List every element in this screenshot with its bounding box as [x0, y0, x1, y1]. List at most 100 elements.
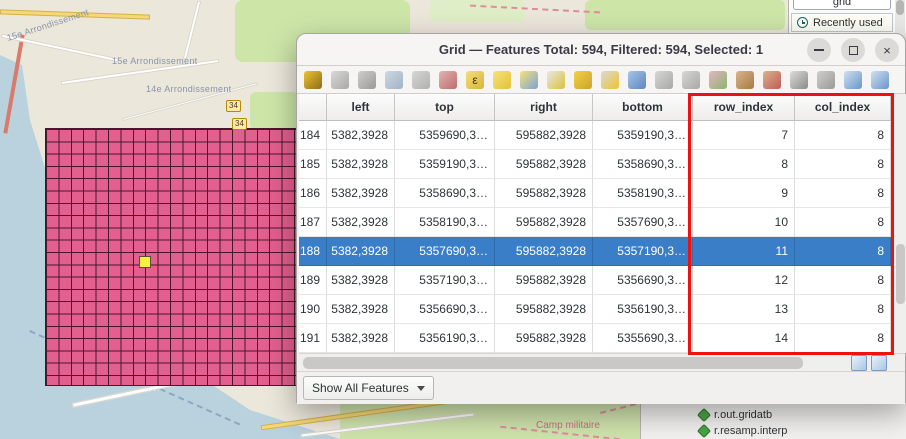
- row-number[interactable]: 186: [299, 179, 327, 208]
- cell-row_index[interactable]: 8: [693, 150, 795, 179]
- toolbox-recently-used-item[interactable]: Recently used: [791, 13, 893, 32]
- table-row[interactable]: 1915382,39285356190,3…595882,39285355690…: [299, 324, 891, 353]
- cell-col_index[interactable]: 8: [795, 208, 891, 237]
- cell-right[interactable]: 595882,3928: [495, 324, 593, 353]
- new-field-icon[interactable]: [736, 71, 754, 89]
- cell-col_index[interactable]: 8: [795, 295, 891, 324]
- add-feature-icon[interactable]: [412, 71, 430, 89]
- cell-row_index[interactable]: 7: [693, 121, 795, 150]
- cell-col_index[interactable]: 8: [795, 237, 891, 266]
- feature-filter-button[interactable]: Show All Features: [303, 376, 434, 400]
- cell-right[interactable]: 595882,3928: [495, 179, 593, 208]
- toolbox-scrollbar[interactable]: [895, 0, 905, 33]
- delete-field-icon[interactable]: [763, 71, 781, 89]
- vertical-scrollbar[interactable]: [893, 94, 906, 353]
- cell-left[interactable]: 5382,3928: [327, 237, 395, 266]
- cell-bottom[interactable]: 5357690,3…: [593, 208, 693, 237]
- horizontal-scrollbar[interactable]: [299, 353, 905, 371]
- cell-right[interactable]: 595882,3928: [495, 295, 593, 324]
- table-row[interactable]: 1855382,39285359190,3…595882,39285358690…: [299, 150, 891, 179]
- column-header-left[interactable]: left: [327, 94, 395, 121]
- column-header-bottom[interactable]: bottom: [593, 94, 693, 121]
- cell-bottom[interactable]: 5355690,3…: [593, 324, 693, 353]
- toolbox-tool[interactable]: r.out.gridatb: [641, 407, 906, 423]
- table-row[interactable]: 1895382,39285357190,3…595882,39285356690…: [299, 266, 891, 295]
- zoom-to-selection-icon[interactable]: [601, 71, 619, 89]
- cell-row_index[interactable]: 11: [693, 237, 795, 266]
- cell-bottom[interactable]: 5356190,3…: [593, 295, 693, 324]
- cell-top[interactable]: 5356690,3…: [395, 295, 495, 324]
- copy-selection-icon[interactable]: [682, 71, 700, 89]
- table-row[interactable]: 1905382,39285356690,3…595882,39285356190…: [299, 295, 891, 324]
- conditional-formatting-icon[interactable]: [709, 71, 727, 89]
- dock-table-icon[interactable]: [871, 71, 889, 89]
- toggle-editing-icon[interactable]: [304, 71, 322, 89]
- cell-bottom[interactable]: 5357190,3…: [593, 237, 693, 266]
- switch-table-view-icon[interactable]: [851, 355, 867, 371]
- cell-row_index[interactable]: 10: [693, 208, 795, 237]
- cell-top[interactable]: 5358190,3…: [395, 208, 495, 237]
- cell-left[interactable]: 5382,3928: [327, 208, 395, 237]
- cell-row_index[interactable]: 13: [693, 295, 795, 324]
- cell-col_index[interactable]: 8: [795, 324, 891, 353]
- cell-right[interactable]: 595882,3928: [495, 266, 593, 295]
- pan-to-selection-icon[interactable]: [628, 71, 646, 89]
- row-number[interactable]: 191: [299, 324, 327, 353]
- cell-row_index[interactable]: 14: [693, 324, 795, 353]
- dialog-titlebar[interactable]: Grid — Features Total: 594, Filtered: 59…: [297, 34, 905, 66]
- reload-table-icon[interactable]: [385, 71, 403, 89]
- toolbox-search-input[interactable]: grid: [793, 0, 891, 10]
- cell-left[interactable]: 5382,3928: [327, 150, 395, 179]
- cell-top[interactable]: 5357190,3…: [395, 266, 495, 295]
- row-number[interactable]: 184: [299, 121, 327, 150]
- row-number-header[interactable]: [299, 94, 327, 121]
- table-row[interactable]: 1865382,39285358690,3…595882,39285358190…: [299, 179, 891, 208]
- cell-top[interactable]: 5359190,3…: [395, 150, 495, 179]
- settings-icon[interactable]: [817, 71, 835, 89]
- multi-edit-icon[interactable]: [331, 71, 349, 89]
- minimize-button[interactable]: [807, 38, 831, 62]
- cell-col_index[interactable]: 8: [795, 121, 891, 150]
- grid-vector-layer[interactable]: [45, 128, 330, 386]
- cell-left[interactable]: 5382,3928: [327, 179, 395, 208]
- row-number[interactable]: 189: [299, 266, 327, 295]
- column-header-col_index[interactable]: col_index: [795, 94, 891, 121]
- cell-bottom[interactable]: 5356690,3…: [593, 266, 693, 295]
- row-number[interactable]: 185: [299, 150, 327, 179]
- close-button[interactable]: ×: [875, 38, 899, 62]
- table-row[interactable]: 1875382,39285358190,3…595882,39285357690…: [299, 208, 891, 237]
- switch-form-view-icon[interactable]: [871, 355, 887, 371]
- cell-bottom[interactable]: 5358690,3…: [593, 150, 693, 179]
- toolbox-tool[interactable]: r.resamp.interp: [641, 423, 906, 439]
- selected-grid-cell[interactable]: [139, 256, 151, 268]
- cell-left[interactable]: 5382,3928: [327, 324, 395, 353]
- filter-select-icon[interactable]: [574, 71, 592, 89]
- field-calculator-icon[interactable]: [790, 71, 808, 89]
- row-number[interactable]: 187: [299, 208, 327, 237]
- column-header-row_index[interactable]: row_index: [693, 94, 795, 121]
- row-number[interactable]: 188: [299, 237, 327, 266]
- cell-right[interactable]: 595882,3928: [495, 121, 593, 150]
- vertical-scrollbar-thumb[interactable]: [896, 244, 905, 304]
- cell-top[interactable]: 5356190,3…: [395, 324, 495, 353]
- cell-col_index[interactable]: 8: [795, 150, 891, 179]
- save-edits-icon[interactable]: [358, 71, 376, 89]
- column-header-top[interactable]: top: [395, 94, 495, 121]
- horizontal-scrollbar-thumb[interactable]: [303, 357, 803, 369]
- cell-left[interactable]: 5382,3928: [327, 266, 395, 295]
- deselect-all-icon[interactable]: [547, 71, 565, 89]
- cell-bottom[interactable]: 5359190,3…: [593, 121, 693, 150]
- maximize-button[interactable]: [841, 38, 865, 62]
- move-selection-top-icon[interactable]: [655, 71, 673, 89]
- cell-col_index[interactable]: 8: [795, 266, 891, 295]
- delete-selected-icon[interactable]: [439, 71, 457, 89]
- cell-left[interactable]: 5382,3928: [327, 121, 395, 150]
- select-all-icon[interactable]: [493, 71, 511, 89]
- cell-right[interactable]: 595882,3928: [495, 237, 593, 266]
- cell-col_index[interactable]: 8: [795, 179, 891, 208]
- row-number[interactable]: 190: [299, 295, 327, 324]
- toolbox-scrollbar-thumb[interactable]: [896, 0, 904, 15]
- cell-row_index[interactable]: 12: [693, 266, 795, 295]
- cell-right[interactable]: 595882,3928: [495, 208, 593, 237]
- cell-right[interactable]: 595882,3928: [495, 150, 593, 179]
